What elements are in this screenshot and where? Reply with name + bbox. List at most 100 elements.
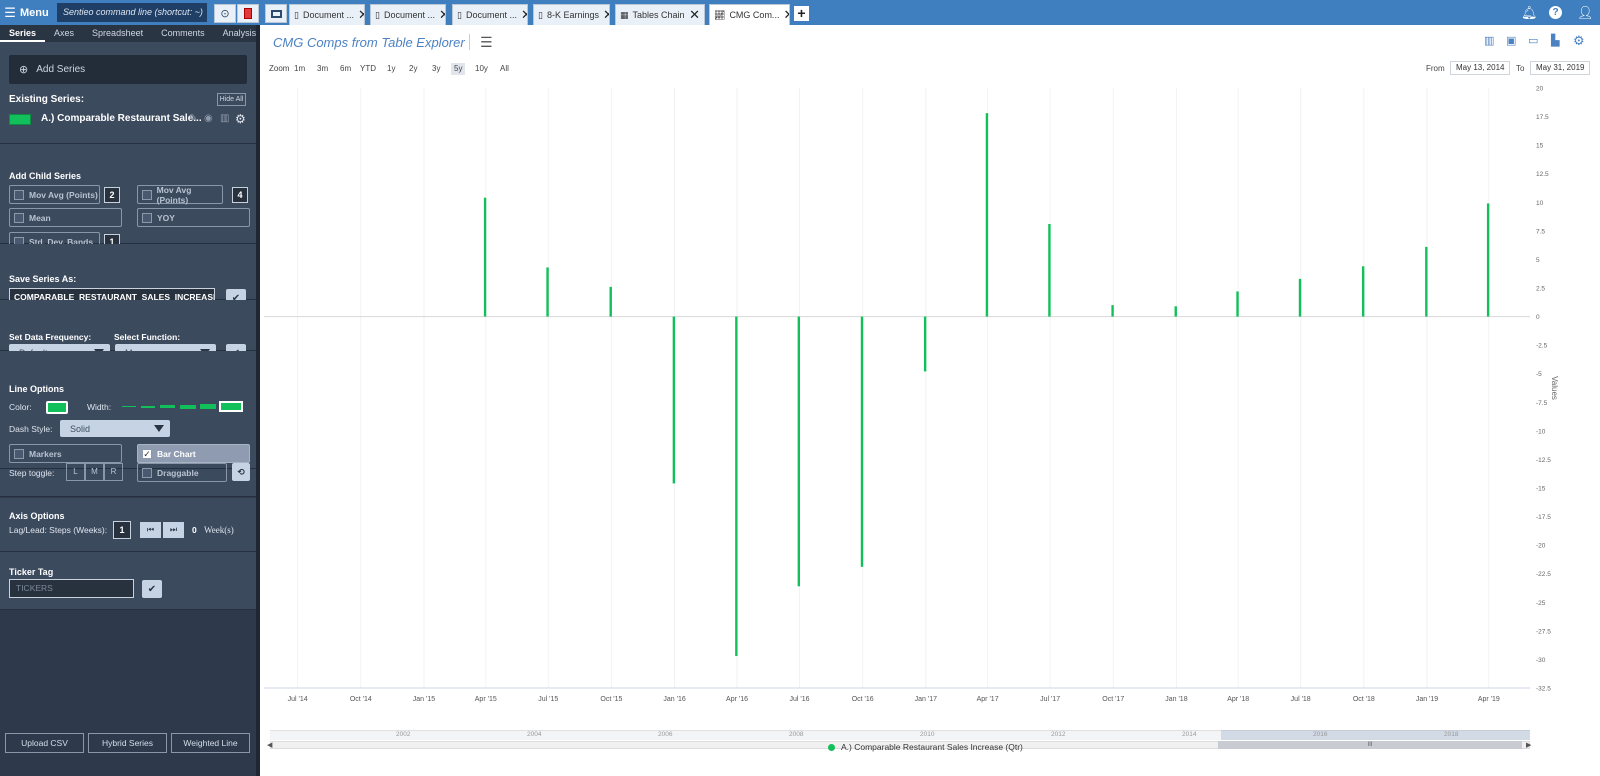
hybrid-series-button[interactable]: Hybrid Series [88,733,167,753]
step-left-button[interactable]: L [66,463,85,481]
menu-button[interactable]: ☰ Menu [0,0,53,25]
eye-icon[interactable]: ◉ [204,113,213,124]
tab-tables-chain[interactable]: ▦ Tables Chain ✕ [615,4,705,25]
navigator-selection[interactable] [1221,730,1530,740]
user-icon[interactable]: 👤︎ [1577,5,1594,21]
tab-comments[interactable]: Comments [152,25,214,42]
mean-option[interactable]: Mean [9,208,122,227]
trash-icon[interactable]: ▥ [220,113,229,124]
hide-all-button[interactable]: Hide All [217,93,246,106]
close-icon[interactable]: ✕ [358,7,364,23]
history-button[interactable]: ⊙ [214,4,236,23]
width-option-5[interactable] [200,404,216,409]
help-icon[interactable]: ? [1549,6,1562,19]
gear-icon[interactable]: ⚙ [1573,33,1585,49]
ticker-tag-input[interactable]: TICKERS [9,579,134,598]
checkbox[interactable] [14,189,24,200]
markers-option[interactable]: Markers [9,444,122,463]
weeks-value: 0 [192,525,197,535]
from-label: From [1426,64,1445,73]
lag-steps-value[interactable]: 1 [113,521,131,539]
dashboard-button[interactable] [265,4,287,23]
checkbox[interactable] [142,212,152,223]
checkbox[interactable] [14,212,24,223]
alert-button[interactable] [237,4,259,23]
add-series-button[interactable]: ⊕ Add Series [9,55,247,84]
zoom-6m[interactable]: 6m [337,63,354,75]
width-option-4[interactable] [180,405,196,409]
reset-button[interactable]: ⟲ [232,463,250,481]
tab-document-3[interactable]: ▯ Document ... ✕ [452,4,528,25]
save-icon[interactable]: ▣ [1506,34,1516,47]
zoom-3m[interactable]: 3m [314,63,331,75]
bar-chart-option[interactable]: ✓ Bar Chart [137,444,250,463]
tab-document-2[interactable]: ▯ Document ... ✕ [370,4,446,25]
hamburger-icon[interactable]: ☰ [480,34,493,51]
zoom-5y[interactable]: 5y [451,63,466,75]
zoom-1m[interactable]: 1m [291,63,308,75]
command-line-input[interactable]: Sentieo command line (shortcut: ~) [57,3,207,22]
ticker-tag-confirm-button[interactable]: ✔ [142,580,162,598]
zoom-10y[interactable]: 10y [472,63,491,75]
bar-chart-icon[interactable]: ▙ [1551,34,1559,47]
tab-series[interactable]: Series [0,25,46,42]
width-option-3[interactable] [160,405,175,408]
tab-8k-earnings[interactable]: ▯ 8-K Earnings ✕ [533,4,610,25]
trash-icon[interactable]: ▥ [1484,34,1494,47]
close-icon[interactable]: ✕ [783,7,789,23]
option-label: Markers [29,448,62,459]
line-color-picker[interactable] [46,401,68,414]
chart-legend[interactable]: A.) Comparable Restaurant Sales Increase… [828,742,1023,752]
bell-icon[interactable]: 🔔︎ [1521,5,1538,21]
line-options-title: Line Options [9,384,64,394]
yoy-option[interactable]: YOY [137,208,250,227]
series-color-swatch[interactable] [9,114,31,125]
to-date-input[interactable]: May 31, 2019 [1530,61,1591,75]
mov-avg-2-option[interactable]: Mov Avg (Points) [9,185,100,204]
weighted-line-button[interactable]: Weighted Line [171,733,250,753]
title-divider [469,34,470,50]
close-icon[interactable]: ✕ [689,7,700,23]
zoom-3y[interactable]: 3y [429,63,443,75]
step-right-button[interactable]: R [104,463,123,481]
scroll-left-arrow[interactable]: ◀ [267,741,272,749]
mov-avg-4-value[interactable]: 4 [232,187,248,203]
gear-icon[interactable]: ⚙ [235,112,246,126]
checkbox[interactable] [14,448,24,459]
add-series-panel: ⊕ Add Series Existing Series: Hide All A… [0,42,256,144]
zoom-all[interactable]: All [497,63,512,75]
close-icon[interactable]: ✕ [439,7,445,23]
navigator-scroll-thumb[interactable]: lll [1218,741,1522,749]
folder-icon[interactable]: ▭ [1528,34,1538,47]
from-date-input[interactable]: May 13, 2014 [1450,61,1511,75]
close-icon[interactable]: ✕ [603,7,609,23]
width-option-2[interactable] [141,406,155,408]
tab-cmg-comps[interactable]: 📈︎ CMG Com... ✕ [709,4,790,25]
series-row[interactable]: A.) Comparable Restaurant Sale... ✎ ◉ ▥ … [9,112,249,127]
close-icon[interactable]: ✕ [521,7,527,23]
upload-csv-button[interactable]: Upload CSV [5,733,84,753]
checkbox[interactable] [142,189,152,200]
tab-document-1[interactable]: ▯ Document ... ✕ [289,4,365,25]
add-tab-button[interactable]: + [794,6,809,21]
lag-back-button[interactable]: ⏮ [140,522,161,538]
scroll-right-arrow[interactable]: ▶ [1526,741,1531,749]
tab-spreadsheet[interactable]: Spreadsheet [83,25,152,42]
checkbox[interactable] [142,467,152,478]
pencil-icon[interactable]: ✎ [189,113,197,124]
lag-forward-button[interactable]: ⏭ [163,522,184,538]
document-icon: ▯ [375,9,380,20]
series-sidebar: Series Axes Spreadsheet Comments Analysi… [0,25,271,776]
tab-axes[interactable]: Axes [45,25,83,42]
width-option-1[interactable] [122,406,136,407]
checked-checkbox[interactable]: ✓ [142,448,152,459]
mov-avg-4-option[interactable]: Mov Avg (Points) [137,185,223,205]
zoom-1y[interactable]: 1y [384,63,398,75]
step-middle-button[interactable]: M [85,463,104,481]
width-option-6-selected[interactable] [219,401,243,412]
zoom-2y[interactable]: 2y [406,63,420,75]
zoom-ytd[interactable]: YTD [357,63,379,75]
draggable-option[interactable]: Draggable [137,463,227,482]
mov-avg-2-value[interactable]: 2 [104,187,120,203]
dash-style-select[interactable]: Solid [60,420,170,437]
